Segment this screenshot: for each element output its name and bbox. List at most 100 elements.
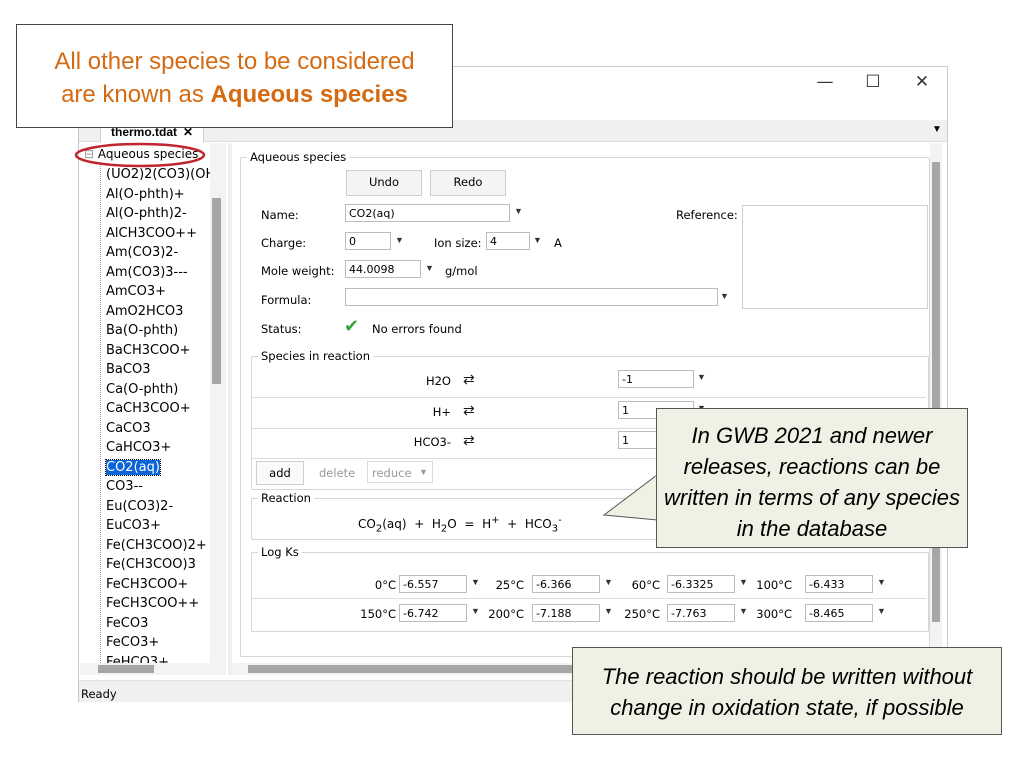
temperature-value: 200 [488, 607, 511, 621]
log-k-dropdown-arrow-icon[interactable]: ▼ [604, 606, 613, 616]
undo-button[interactable]: Undo [346, 170, 422, 196]
reference-field[interactable] [742, 205, 928, 309]
reaction-equation: CO2(aq) + H2O = H+ + HCO3- [358, 515, 562, 534]
mole-weight-field[interactable]: 44.0098 [345, 260, 421, 278]
tree-item[interactable]: Am(CO3)3--- [106, 265, 188, 280]
maximize-button[interactable]: ☐ [858, 72, 888, 92]
tree-item[interactable]: AlCH3COO++ [106, 226, 197, 241]
degree-unit: °C [646, 607, 660, 621]
row-divider [252, 598, 926, 599]
tree-item[interactable]: FeCH3COO++ [106, 596, 199, 611]
log-k-dropdown-arrow-icon[interactable]: ▼ [739, 606, 748, 616]
tree-item[interactable]: BaCH3COO+ [106, 343, 190, 358]
name-field[interactable]: CO2(aq) [345, 204, 510, 222]
tree-item[interactable]: Am(CO3)2- [106, 245, 178, 260]
tree-item[interactable]: Al(O-phth)2- [106, 206, 187, 221]
log-k-dropdown-arrow-icon[interactable]: ▼ [739, 577, 748, 587]
tree-scroll-thumb[interactable] [212, 198, 221, 384]
log-k-dropdown-arrow-icon[interactable]: ▼ [471, 606, 480, 616]
tree-item[interactable]: CO2(aq) [105, 458, 161, 476]
log-k-field[interactable]: -6.3325 [667, 575, 735, 593]
eq-h2o-h: H [431, 517, 441, 531]
mole-weight-unit: g/mol [445, 264, 478, 278]
tree-item[interactable]: Fe(CH3COO)3 [106, 557, 196, 572]
log-k-field[interactable]: -8.465 [805, 604, 873, 622]
tree-item[interactable]: EuCO3+ [106, 518, 161, 533]
close-window-button[interactable]: ✕ [907, 72, 937, 92]
ion-size-field[interactable]: 4 [486, 232, 530, 250]
log-k-dropdown-arrow-icon[interactable]: ▼ [877, 606, 886, 616]
coefficient-dropdown-arrow-icon[interactable]: ▼ [697, 372, 706, 382]
tree-item[interactable]: FeCO3 [106, 616, 148, 631]
tree-item[interactable]: FeHCO3+ [106, 655, 169, 664]
log-k-field[interactable]: -7.763 [667, 604, 735, 622]
tree-item[interactable]: Fe(CH3COO)2+ [106, 538, 207, 553]
eq-plus: + [507, 517, 518, 531]
log-k-dropdown-arrow-icon[interactable]: ▼ [604, 577, 613, 587]
swap-species-icon[interactable]: ⇄ [463, 402, 475, 419]
tree-item[interactable]: Eu(CO3)2- [106, 499, 173, 514]
tree-item[interactable]: Ba(O-phth) [106, 323, 178, 338]
log-k-field[interactable]: -6.742 [399, 604, 467, 622]
reduce-dropdown-arrow-icon[interactable]: ▼ [419, 467, 428, 477]
tree-item[interactable]: CaHCO3+ [106, 440, 171, 455]
charge-dropdown-arrow-icon[interactable]: ▼ [395, 235, 404, 245]
swap-species-icon[interactable]: ⇄ [463, 371, 475, 388]
species-tree[interactable]: ⊟ Aqueous species (UO2)2(CO3)(OH)3Al(O-p… [80, 143, 210, 663]
eq-plus: + [414, 517, 425, 531]
reaction-coefficient-field[interactable]: -1 [618, 370, 694, 388]
degree-unit: °C [382, 578, 396, 592]
add-species-button[interactable]: add [256, 461, 304, 485]
tree-item[interactable]: BaCO3 [106, 362, 150, 377]
temperature-label: 60°C [632, 578, 660, 592]
log-ks-title: Log Ks [258, 545, 302, 559]
callout-top-line2-bold: Aqueous species [210, 81, 408, 108]
tree-item[interactable]: AmO2HCO3 [106, 304, 183, 319]
tree-item[interactable]: FeCH3COO+ [106, 577, 188, 592]
eq-hco3-sup: - [558, 515, 562, 526]
reduce-button[interactable]: reduce ▼ [367, 461, 433, 483]
tree-item[interactable]: FeCO3+ [106, 635, 159, 650]
ion-size-label: Ion size: [434, 236, 482, 250]
tree-item[interactable]: CO3-- [106, 479, 143, 494]
tab-overflow-arrow-icon[interactable]: ▼ [932, 124, 942, 135]
reaction-species-name[interactable]: H2O [426, 374, 451, 388]
ion-size-dropdown-arrow-icon[interactable]: ▼ [533, 235, 542, 245]
minimize-button[interactable]: — [810, 72, 840, 92]
tree-hscroll-thumb[interactable] [98, 665, 154, 673]
eq-h2o-o: O [447, 517, 457, 531]
reaction-species-name[interactable]: HCO3- [414, 435, 451, 449]
log-k-field[interactable]: -7.188 [532, 604, 600, 622]
eq-co2-state: (aq) [382, 517, 407, 531]
eq-h-sup: + [491, 515, 500, 526]
charge-field[interactable]: 0 [345, 232, 391, 250]
log-k-field[interactable]: -6.433 [805, 575, 873, 593]
reaction-species-name[interactable]: H+ [433, 405, 451, 419]
log-k-field[interactable]: -6.366 [532, 575, 600, 593]
reference-label: Reference: [676, 208, 738, 222]
delete-species-button[interactable]: delete [319, 466, 355, 480]
tree-item[interactable]: CaCO3 [106, 421, 151, 436]
formula-field[interactable] [345, 288, 718, 306]
status-text: No errors found [372, 322, 462, 336]
callout-oxidation-state: The reaction should be written without c… [572, 647, 1002, 735]
log-k-dropdown-arrow-icon[interactable]: ▼ [471, 577, 480, 587]
callout-bottom-text: The reaction should be written without c… [601, 664, 973, 720]
log-k-field[interactable]: -6.557 [399, 575, 467, 593]
callout-gwb-reactions: In GWB 2021 and newer releases, reaction… [656, 408, 968, 548]
tree-item[interactable]: AmCO3+ [106, 284, 166, 299]
formula-dropdown-arrow-icon[interactable]: ▼ [720, 291, 729, 301]
mole-weight-label: Mole weight: [261, 264, 335, 278]
tree-item[interactable]: Al(O-phth)+ [106, 187, 185, 202]
panel-scroll-thumb[interactable] [932, 162, 940, 622]
mole-weight-dropdown-arrow-icon[interactable]: ▼ [425, 263, 434, 273]
log-k-dropdown-arrow-icon[interactable]: ▼ [877, 577, 886, 587]
eq-equals: = [464, 517, 475, 531]
degree-unit: °C [510, 578, 524, 592]
redo-button[interactable]: Redo [430, 170, 506, 196]
name-dropdown-arrow-icon[interactable]: ▼ [514, 206, 523, 216]
swap-species-icon[interactable]: ⇄ [463, 432, 475, 449]
species-in-reaction-title: Species in reaction [258, 349, 374, 363]
tree-item[interactable]: CaCH3COO+ [106, 401, 191, 416]
tree-item[interactable]: Ca(O-phth) [106, 382, 178, 397]
